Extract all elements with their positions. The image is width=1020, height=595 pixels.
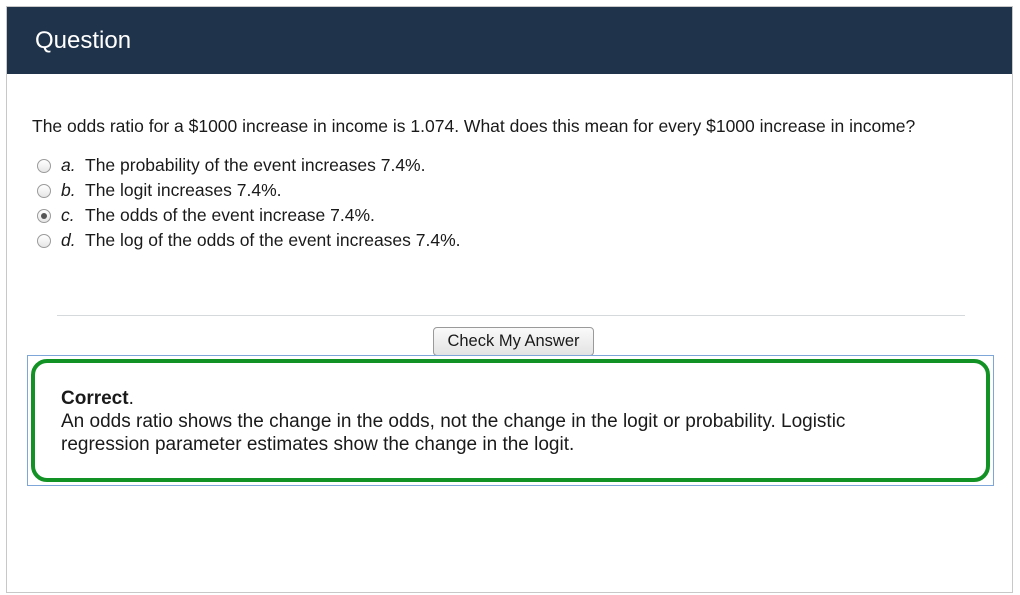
question-panel: Question The odds ratio for a $1000 incr… (6, 6, 1013, 593)
choice-b[interactable]: b. The logit increases 7.4%. (37, 178, 461, 203)
panel-header: Question (7, 7, 1012, 74)
choice-a[interactable]: a. The probability of the event increase… (37, 153, 461, 178)
radio-button[interactable] (37, 183, 51, 198)
feedback-text-line-2: regression parameter estimates show the … (61, 434, 575, 455)
choice-letter: d. (61, 230, 76, 250)
choice-letter: c. (61, 205, 75, 225)
choice-letter: b. (61, 180, 76, 200)
choice-letter: a. (61, 155, 76, 175)
feedback-status: Correct (61, 388, 129, 409)
feedback-box: Correct. An odds ratio shows the change … (31, 359, 990, 482)
feedback-heading: Correct. (61, 387, 960, 410)
choice-c[interactable]: c. The odds of the event increase 7.4%. (37, 203, 461, 228)
answer-choices: a. The probability of the event increase… (37, 153, 461, 253)
feedback-text-line-1: An odds ratio shows the change in the od… (61, 411, 846, 432)
choice-d[interactable]: d. The log of the odds of the event incr… (37, 228, 461, 253)
feedback-region: Correct. An odds ratio shows the change … (27, 355, 994, 486)
section-divider (57, 315, 965, 316)
radio-button[interactable] (37, 208, 51, 223)
feedback-status-punct: . (128, 388, 134, 409)
radio-button[interactable] (37, 233, 51, 248)
choice-label: The odds of the event increase 7.4%. (85, 205, 375, 225)
choice-label: The logit increases 7.4%. (85, 180, 282, 200)
question-prompt: The odds ratio for a $1000 increase in i… (32, 116, 916, 136)
choice-label: The log of the odds of the event increas… (85, 230, 461, 250)
choice-label: The probability of the event increases 7… (85, 155, 426, 175)
check-answer-button[interactable]: Check My Answer (433, 327, 594, 356)
panel-title: Question (35, 27, 132, 54)
radio-button[interactable] (37, 158, 51, 173)
